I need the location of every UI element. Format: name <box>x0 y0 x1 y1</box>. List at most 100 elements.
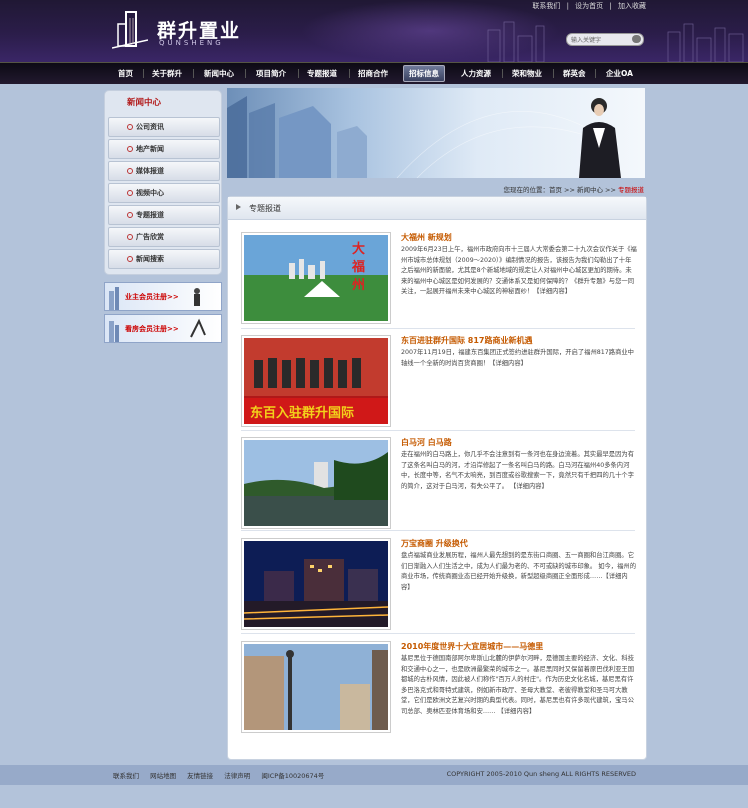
breadcrumb: 您现在的位置：首页 >> 新闻中心 >> 专题报道 <box>503 184 644 194</box>
thumbnail-image: 东百入驻群升国际 <box>244 338 388 424</box>
footer-friends-link[interactable]: 友情链接 <box>187 772 213 780</box>
footer-icp-link[interactable]: 闽ICP备10020674号 <box>261 772 324 780</box>
main-nav: 首页 关于群升 新闻中心 项目简介 专题报道 招商合作 招标信息 人力资源 荣和… <box>0 62 748 84</box>
add-favorite-link[interactable]: 加入收藏 <box>618 2 646 10</box>
owner-register-banner[interactable]: 业主会员注册>> <box>104 282 222 311</box>
nav-club[interactable]: 群英会 <box>563 68 586 79</box>
nav-oa[interactable]: 企业OA <box>606 68 633 79</box>
article-title[interactable]: 白马河 白马路 <box>401 437 452 448</box>
panel-header: 专题报道 <box>228 197 646 220</box>
banner-label: 看房会员注册>> <box>125 325 179 333</box>
nav-separator <box>143 69 144 78</box>
bullet-icon <box>127 124 133 130</box>
set-homepage-link[interactable]: 设为首页 <box>575 2 603 10</box>
svg-text:大: 大 <box>352 241 365 257</box>
divider <box>241 328 635 329</box>
thumbnail-image <box>243 541 389 627</box>
nav-separator <box>349 69 350 78</box>
article-summary: 走在福州的白马路上，你几乎不会注意到有一条河也在身边流着。其实最早是因为有了这条… <box>401 451 634 490</box>
sidebar-item-label: 视频中心 <box>136 189 164 197</box>
article-title[interactable]: 万宝商圈 升级换代 <box>401 538 468 549</box>
bullet-icon <box>127 146 133 152</box>
bullet-icon <box>127 168 133 174</box>
nav-separator <box>595 69 596 78</box>
nav-tender[interactable]: 招标信息 <box>403 65 445 82</box>
article-thumbnail[interactable] <box>241 641 391 733</box>
search-button[interactable] <box>632 35 641 43</box>
divider <box>241 530 635 531</box>
search-placeholder: 输入关键字 <box>571 37 602 44</box>
copyright: COPYRIGHT 2005-2010 Qun sheng ALL RIGHTS… <box>446 770 636 778</box>
footer-legal-link[interactable]: 法律声明 <box>224 772 250 780</box>
svg-text:州: 州 <box>351 278 365 293</box>
content-panel: 专题报道 大 福 州 大福州 新规划 2009年6月23日上午，福州市政府向市十… <box>227 196 647 760</box>
nav-separator <box>502 69 503 78</box>
sidebar-item-special[interactable]: 专题报道 <box>108 205 220 225</box>
bullet-icon <box>127 256 133 262</box>
article-title[interactable]: 2010年度世界十大宜居城市——马德里 <box>401 641 543 652</box>
sidebar-item-search[interactable]: 新闻搜索 <box>108 249 220 269</box>
nav-investment[interactable]: 招商合作 <box>358 68 388 79</box>
article-summary: 2007年11月19日，福建东百集团正式签约进驻群升国际，开启了福州817路商业… <box>401 349 634 367</box>
panel-title: 专题报道 <box>249 204 281 213</box>
article-thumbnail[interactable]: 东百入驻群升国际 <box>241 335 391 427</box>
sidebar-item-realestate-news[interactable]: 地产新闻 <box>108 139 220 159</box>
thumbnail-image: 大 福 州 <box>244 235 388 321</box>
sidebar-item-label: 专题报道 <box>136 211 164 219</box>
bullet-icon <box>127 234 133 240</box>
bullet-icon <box>127 190 133 196</box>
nav-news[interactable]: 新闻中心 <box>204 68 234 79</box>
nav-hr[interactable]: 人力资源 <box>461 68 491 79</box>
nav-projects[interactable]: 项目简介 <box>256 68 286 79</box>
footer-sitemap-link[interactable]: 网站地图 <box>150 772 176 780</box>
thumbnail-image <box>244 644 388 730</box>
banner-label: 业主会员注册>> <box>125 293 179 301</box>
logo-subtext: QUNSHENG <box>159 39 224 47</box>
contact-link[interactable]: 联系我们 <box>532 2 560 10</box>
logo-icon[interactable] <box>112 10 148 50</box>
thumbnail-image <box>244 440 388 526</box>
viewer-register-banner[interactable]: 看房会员注册>> <box>104 314 222 343</box>
sidebar-title: 新闻中心 <box>127 98 162 108</box>
bullet-icon <box>127 212 133 218</box>
nav-separator <box>193 69 194 78</box>
sidebar-item-label: 媒体报道 <box>136 167 164 175</box>
arrow-icon <box>236 204 241 210</box>
article-summary: 2009年6月23日上午，福州市政府向市十三届人大常委会第二十九次会议作关于《福… <box>401 246 637 295</box>
nav-separator <box>298 69 299 78</box>
top-links: 联系我们 | 设为首页 | 加入收藏 <box>530 1 648 11</box>
sidebar-item-label: 地产新闻 <box>136 145 164 153</box>
sidebar-item-label: 新闻搜索 <box>136 255 164 263</box>
article-summary: 盘点福城商业发展历程，福州人最先想到的是东街口商圈、五一商圈和台江商圈。它们日渐… <box>401 552 636 591</box>
search-input[interactable]: 输入关键字 <box>566 33 644 46</box>
sidebar-item-ads[interactable]: 广告欣赏 <box>108 227 220 247</box>
sidebar-item-label: 公司资讯 <box>136 123 164 131</box>
breadcrumb-current: 专题报道 <box>618 186 644 194</box>
nav-special[interactable]: 专题报道 <box>307 68 337 79</box>
svg-text:东百入驻群升国际: 东百入驻群升国际 <box>250 405 354 421</box>
divider <box>241 430 635 431</box>
separator: | <box>609 2 612 10</box>
svg-text:福: 福 <box>351 259 365 275</box>
sidebar-item-label: 广告欣赏 <box>136 233 164 241</box>
article-title[interactable]: 大福州 新规划 <box>401 232 452 243</box>
footer-contact-link[interactable]: 联系我们 <box>113 772 139 780</box>
nav-separator <box>245 69 246 78</box>
sidebar-item-video[interactable]: 视频中心 <box>108 183 220 203</box>
article-title[interactable]: 东百进驻群升国际 817路商业新机遇 <box>401 335 532 346</box>
nav-home[interactable]: 首页 <box>118 68 133 79</box>
sidebar-item-media[interactable]: 媒体报道 <box>108 161 220 181</box>
article-thumbnail[interactable] <box>241 437 391 529</box>
nav-separator <box>553 69 554 78</box>
nav-property[interactable]: 荣和物业 <box>512 68 542 79</box>
footer-links: 联系我们 网站地图 友情链接 法律声明 闽ICP备10020674号 <box>113 770 333 780</box>
nav-about[interactable]: 关于群升 <box>152 68 182 79</box>
article-summary: 基尼黑位于德国南部阿尔卑斯山北麓的伊萨尔河畔，是德国主要的经济、文化、科技和交通… <box>401 655 634 715</box>
article-thumbnail[interactable] <box>241 538 391 630</box>
site-header: 群升置业 QUNSHENG 联系我们 | 设为首页 | 加入收藏 输入关键字 <box>0 0 748 62</box>
separator: | <box>566 2 569 10</box>
sidebar-item-company-news[interactable]: 公司资讯 <box>108 117 220 137</box>
article-thumbnail[interactable]: 大 福 州 <box>241 232 391 324</box>
breadcrumb-path[interactable]: 您现在的位置：首页 >> 新闻中心 >> <box>503 186 615 194</box>
sidebar: 新闻中心 公司资讯 地产新闻 媒体报道 视频中心 专题报道 广告欣赏 新闻搜索 <box>104 90 222 275</box>
